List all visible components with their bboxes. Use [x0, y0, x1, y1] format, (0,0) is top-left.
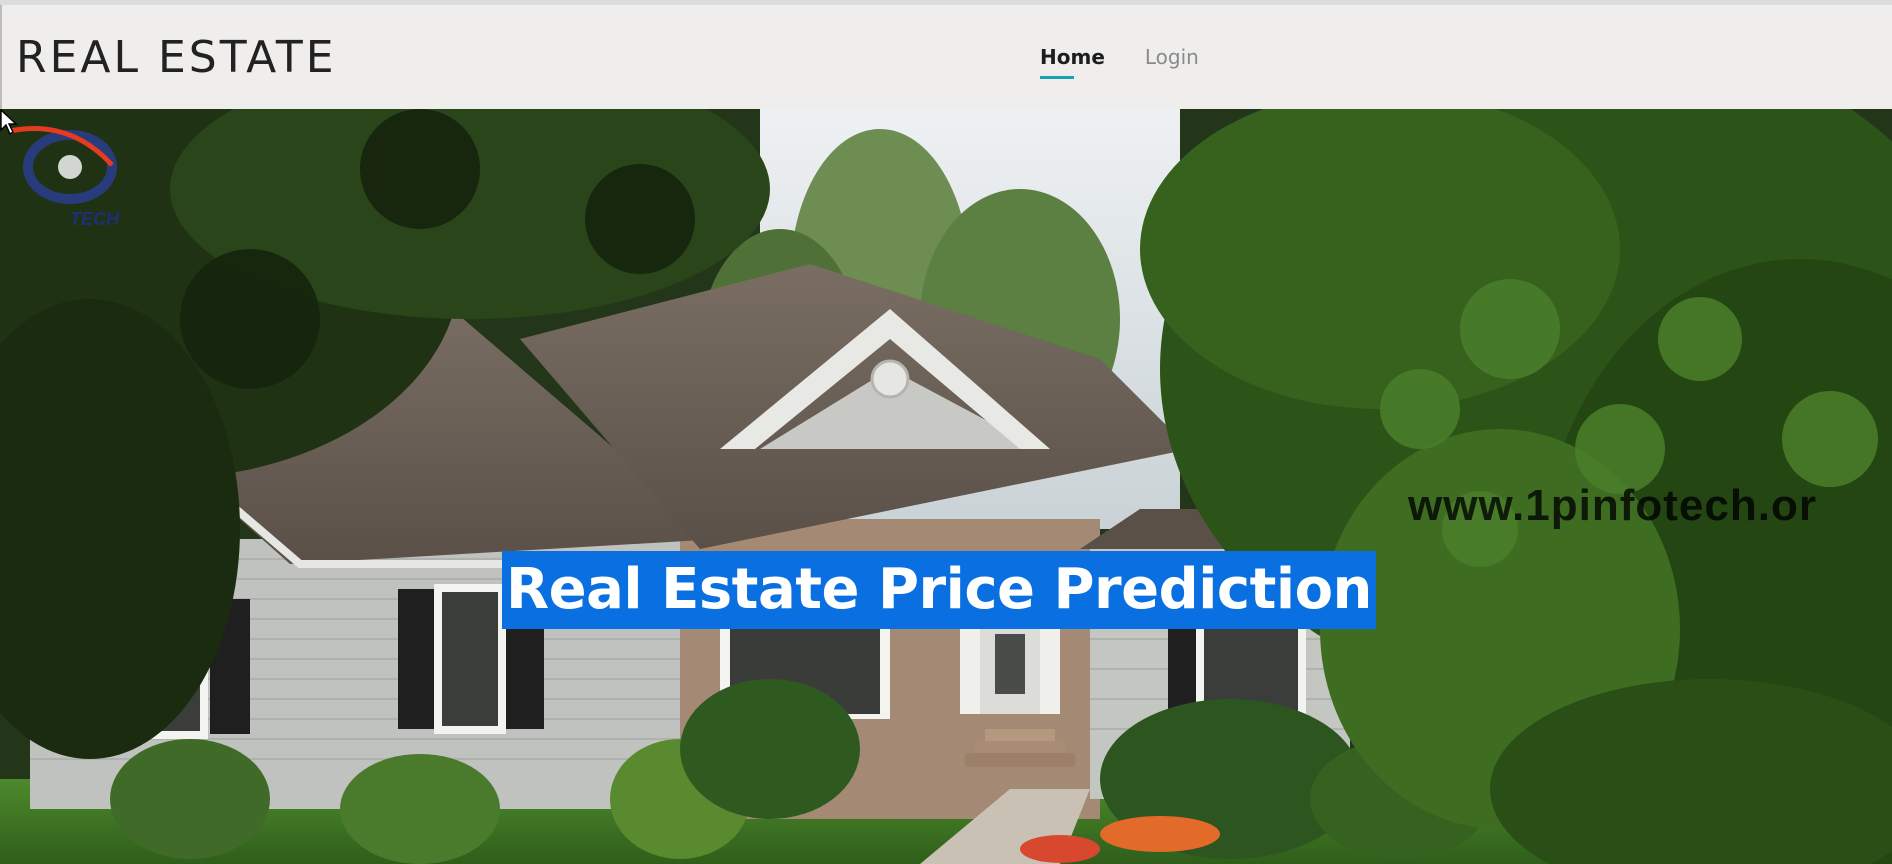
nav-login-link[interactable]: Login [1145, 45, 1199, 79]
nav-home-label: Home [1040, 45, 1105, 69]
hero-section: www.1pinfotech.or Real Estate Price Pred… [0, 109, 1892, 864]
nav-login-label: Login [1144, 45, 1199, 69]
navbar: REAL ESTATE Home Login [0, 5, 1892, 109]
nav-home-link[interactable]: Home [1040, 45, 1105, 79]
nav-menu: Home Login [1040, 45, 1199, 79]
site-watermark: www.1pinfotech.or [1408, 481, 1817, 530]
brand-logo-icon: TECH [9, 126, 120, 229]
logo-text: TECH [70, 209, 120, 229]
brand-title[interactable]: REAL ESTATE [16, 33, 337, 83]
hero-title: Real Estate Price Prediction [502, 551, 1376, 629]
cursor-arrow-icon [0, 109, 18, 135]
active-nav-indicator [1040, 76, 1074, 79]
